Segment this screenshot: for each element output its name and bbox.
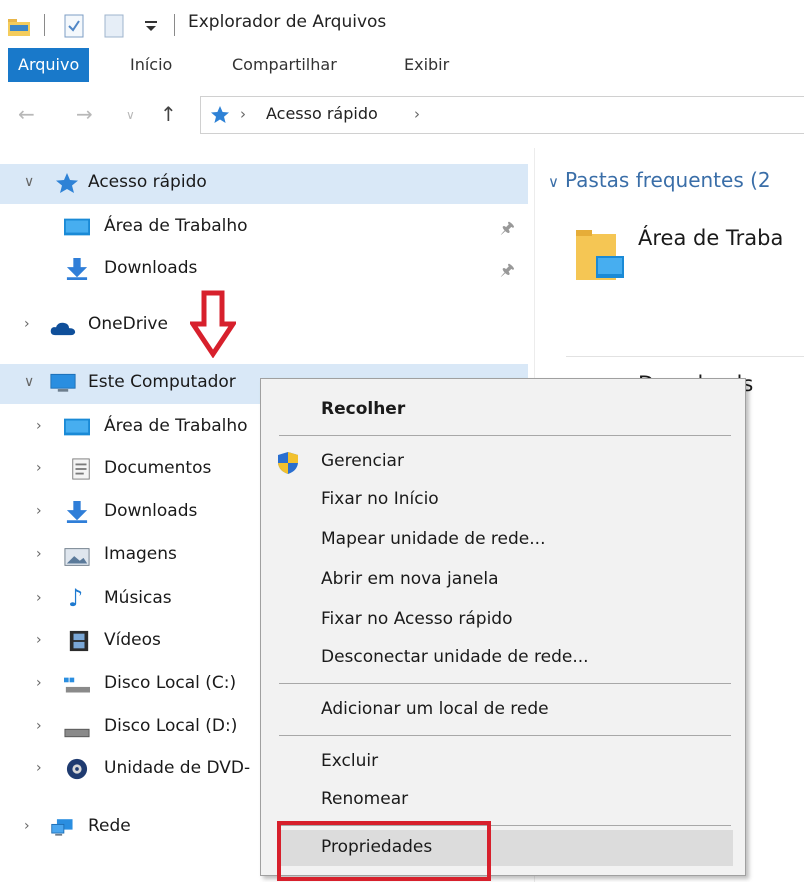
nav-label: Disco Local (C:) xyxy=(104,673,237,693)
nav-item-downloads-quick[interactable]: Downloads 🖈 xyxy=(0,250,528,290)
chevron-right-icon[interactable]: › xyxy=(36,503,42,519)
tab-inicio[interactable]: Início xyxy=(130,48,172,82)
network-icon xyxy=(51,819,73,836)
pin-icon[interactable]: 🖈 xyxy=(500,259,515,286)
dvd-drive-icon xyxy=(66,758,88,780)
menu-item-fixar-no-inicio[interactable]: Fixar no Início xyxy=(321,489,439,509)
menu-separator xyxy=(279,735,731,736)
chevron-down-icon[interactable]: ∨ xyxy=(24,374,34,390)
forward-arrow-icon[interactable]: → xyxy=(76,102,93,126)
breadcrumb-chevron-icon[interactable]: › xyxy=(414,105,420,123)
menu-separator xyxy=(279,683,731,684)
chevron-right-icon[interactable]: › xyxy=(36,675,42,691)
chevron-right-icon[interactable]: › xyxy=(36,546,42,562)
back-arrow-icon[interactable]: ← xyxy=(18,102,35,126)
computer-icon xyxy=(50,373,76,392)
tile-divider xyxy=(566,356,804,357)
properties-highlight-annotation xyxy=(277,821,491,881)
section-title: Pastas frequentes (2 xyxy=(564,168,771,192)
properties-icon[interactable] xyxy=(64,14,84,38)
nav-label: Documentos xyxy=(104,458,212,478)
chevron-right-icon[interactable]: › xyxy=(36,418,42,434)
customize-toolbar-icon[interactable] xyxy=(144,20,158,32)
menu-item-excluir[interactable]: Excluir xyxy=(321,751,378,771)
menu-item-fixar-acesso-rapido[interactable]: Fixar no Acesso rápido xyxy=(321,609,512,629)
nav-label: Músicas xyxy=(104,588,172,608)
pictures-icon xyxy=(64,548,90,566)
quick-access-star-icon xyxy=(211,106,229,123)
menu-item-gerenciar[interactable]: Gerenciar xyxy=(321,451,404,471)
menu-item-abrir-nova-janela[interactable]: Abrir em nova janela xyxy=(321,569,499,589)
nav-label: Unidade de DVD- xyxy=(104,758,251,778)
quick-access-star-icon xyxy=(56,173,78,193)
drive-icon xyxy=(64,728,90,738)
folder-tile-area-de-trabalho[interactable]: Área de Traba xyxy=(574,212,804,298)
pin-icon[interactable]: 🖈 xyxy=(500,217,515,244)
menu-item-renomear[interactable]: Renomear xyxy=(321,789,408,809)
title-bar: Explorador de Arquivos xyxy=(0,0,804,46)
title-separator xyxy=(174,14,175,36)
system-drive-icon xyxy=(64,677,90,693)
nav-label: OneDrive xyxy=(88,314,168,334)
nav-label: Área de Trabalho xyxy=(104,416,248,436)
nav-item-area-de-trabalho-quick[interactable]: Área de Trabalho 🖈 xyxy=(0,208,528,248)
nav-label: Vídeos xyxy=(104,630,161,650)
up-arrow-icon[interactable]: ↑ xyxy=(160,102,177,126)
tab-exibir[interactable]: Exibir xyxy=(404,48,449,82)
desktop-folder-icon xyxy=(64,418,90,436)
menu-item-recolher[interactable]: Recolher xyxy=(321,399,405,419)
nav-label: Este Computador xyxy=(88,372,236,392)
music-icon: ♪ xyxy=(68,584,84,612)
menu-item-adicionar-local-rede[interactable]: Adicionar um local de rede xyxy=(321,699,549,719)
nav-label: Downloads xyxy=(104,258,198,278)
menu-item-mapear-unidade[interactable]: Mapear unidade de rede... xyxy=(321,529,545,549)
nav-label: Área de Trabalho xyxy=(104,216,248,236)
documents-icon xyxy=(72,458,90,480)
chevron-right-icon[interactable]: › xyxy=(36,590,42,606)
breadcrumb-chevron-icon[interactable]: › xyxy=(240,105,246,123)
breadcrumb-acesso-rapido[interactable]: Acesso rápido xyxy=(266,104,378,123)
new-folder-icon[interactable] xyxy=(104,14,124,38)
onedrive-cloud-icon xyxy=(50,322,76,336)
nav-label: Acesso rápido xyxy=(88,172,207,192)
section-header[interactable]: ∨ Pastas frequentes (2 xyxy=(548,168,771,192)
menu-item-desconectar-unidade[interactable]: Desconectar unidade de rede... xyxy=(321,647,589,667)
nav-item-acesso-rapido[interactable]: ∨ Acesso rápido xyxy=(0,164,528,204)
chevron-right-icon[interactable]: › xyxy=(36,632,42,648)
nav-label: Disco Local (D:) xyxy=(104,716,238,736)
address-bar: ← → ∨ ↑ › Acesso rápido › xyxy=(0,94,804,138)
folder-icon xyxy=(8,19,30,36)
downloads-icon xyxy=(66,258,88,280)
desktop-folder-icon xyxy=(64,218,90,236)
red-arrow-annotation-icon xyxy=(190,290,236,358)
videos-icon xyxy=(69,630,89,652)
chevron-right-icon[interactable]: › xyxy=(24,316,30,332)
ribbon-tabs: Arquivo Início Compartilhar Exibir xyxy=(0,48,804,82)
chevron-down-icon: ∨ xyxy=(548,173,559,191)
nav-item-onedrive[interactable]: › OneDrive xyxy=(0,306,528,346)
uac-shield-icon xyxy=(278,452,298,474)
window-title: Explorador de Arquivos xyxy=(188,12,387,32)
chevron-right-icon[interactable]: › xyxy=(36,718,42,734)
chevron-down-icon[interactable]: ∨ xyxy=(24,174,34,190)
menu-separator xyxy=(279,435,731,436)
recent-locations-icon[interactable]: ∨ xyxy=(126,108,135,122)
tile-label: Área de Traba xyxy=(638,226,784,250)
chevron-right-icon[interactable]: › xyxy=(36,460,42,476)
title-separator xyxy=(44,14,45,36)
nav-label: Rede xyxy=(88,816,131,836)
desktop-folder-icon xyxy=(576,230,624,280)
tab-compartilhar[interactable]: Compartilhar xyxy=(232,48,337,82)
tab-arquivo[interactable]: Arquivo xyxy=(8,48,90,82)
context-menu: Recolher Gerenciar Fixar no Início Mapea… xyxy=(260,378,746,876)
chevron-right-icon[interactable]: › xyxy=(36,760,42,776)
nav-label: Downloads xyxy=(104,501,198,521)
nav-label: Imagens xyxy=(104,544,177,564)
downloads-icon xyxy=(66,501,88,523)
chevron-right-icon[interactable]: › xyxy=(24,818,30,834)
